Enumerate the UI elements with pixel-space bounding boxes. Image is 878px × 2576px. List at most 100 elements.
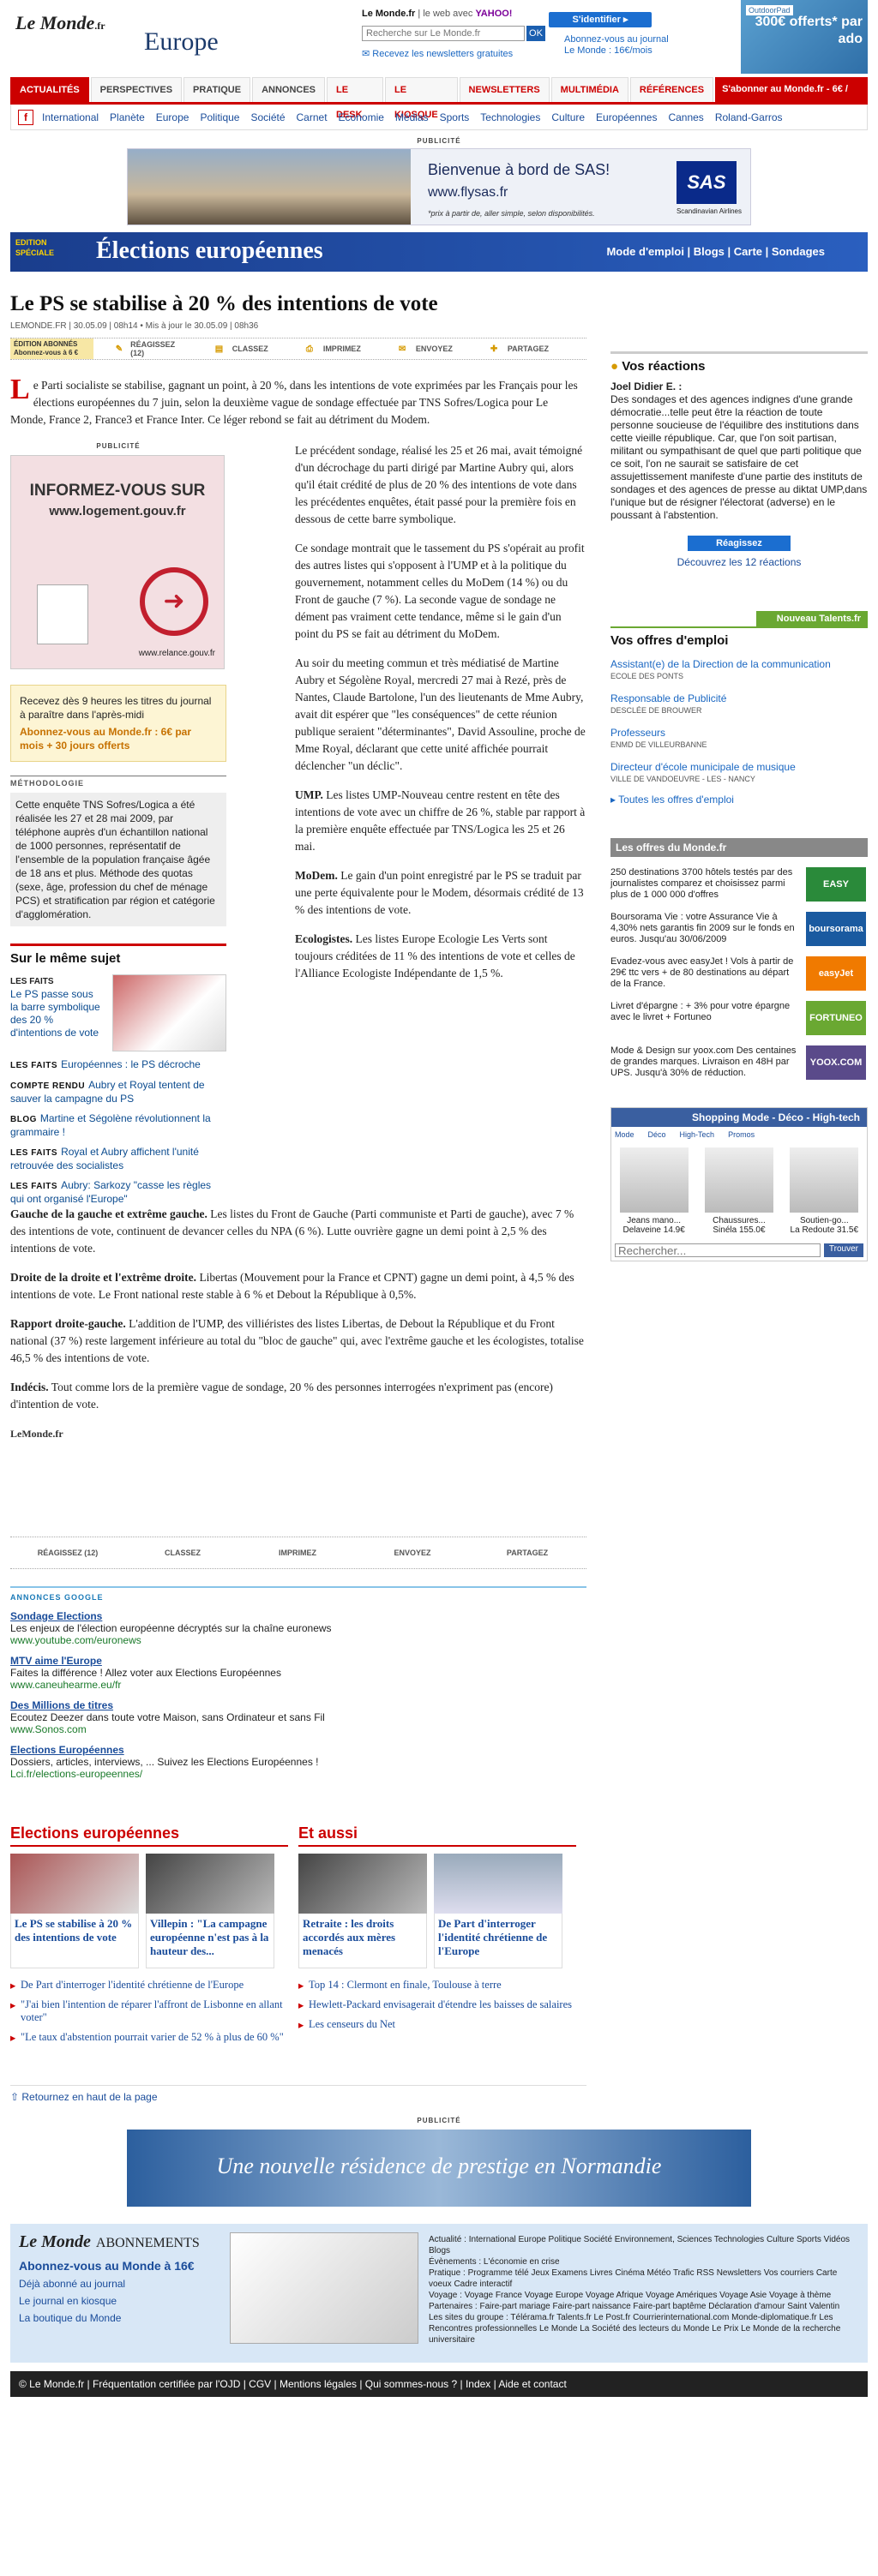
footer-link[interactable]: Le journal en kiosque xyxy=(19,2295,200,2307)
rss-icon[interactable]: f xyxy=(18,110,33,125)
related-lead-link[interactable]: Le PS passe sous la barre symbolique des… xyxy=(10,988,100,1039)
job-item[interactable]: Responsable de Publicité DESCLÉE DE BROUW… xyxy=(610,692,868,716)
subnav-international[interactable]: International xyxy=(42,111,99,123)
subnav-cannes[interactable]: Cannes xyxy=(668,111,703,123)
subscribe-nav-button[interactable]: S'abonner au Monde.fr - 6€ / mois xyxy=(715,77,868,119)
list-item[interactable]: "Le taux d'abstention pourrait varier de… xyxy=(10,2031,288,2045)
subscription-box[interactable]: Recevez dès 9 heures les titres du journ… xyxy=(10,685,226,762)
tab-actualites[interactable]: ACTUALITÉS xyxy=(10,77,89,102)
sas-banner-ad[interactable]: Bienvenue à bord de SAS! www.flysas.fr *… xyxy=(127,148,751,225)
product-card[interactable]: Soutien-go... La Redoute 31.5€ xyxy=(790,1147,859,1235)
story-card[interactable]: De Part d'interroger l'identité chrétien… xyxy=(434,1854,562,1968)
shop-search-input[interactable] xyxy=(615,1243,821,1257)
print-action[interactable]: IMPRIMEZ xyxy=(240,1549,355,1557)
classify-action[interactable]: ▤ CLASSEZ xyxy=(215,344,268,354)
related-thumbnail[interactable] xyxy=(112,974,226,1051)
all-reactions-link[interactable]: Découvrez les 12 réactions xyxy=(610,556,868,568)
list-item[interactable]: Hewlett-Packard envisagerait d'étendre l… xyxy=(298,1998,576,2012)
footer-link[interactable]: Déjà abonné au journal xyxy=(19,2278,200,2290)
google-ad[interactable]: Sondage Elections Les enjeux de l'électio… xyxy=(10,1610,586,1646)
list-item[interactable]: LES FAITS Européennes : le PS décroche xyxy=(10,1058,226,1072)
search-button[interactable]: OK xyxy=(526,26,545,41)
product-card[interactable]: Jeans mano... Delaveine 14.9€ xyxy=(619,1147,689,1235)
offer-item[interactable]: 250 destinations 3700 hôtels testés par … xyxy=(610,867,868,924)
shop-tab[interactable]: Promos xyxy=(728,1130,755,1139)
subnav-medias[interactable]: Médias xyxy=(395,111,429,123)
job-item[interactable]: Assistant(e) de la Direction de la commu… xyxy=(610,658,868,682)
react-action[interactable]: ✎ RÉAGISSEZ (12) xyxy=(116,340,177,357)
story-card[interactable]: Villepin : "La campagne européenne n'est… xyxy=(146,1854,274,1968)
subnav-roland-garros[interactable]: Roland-Garros xyxy=(715,111,783,123)
talents-badge[interactable]: Nouveau Talents.fr xyxy=(756,611,868,626)
subnav-politique[interactable]: Politique xyxy=(200,111,239,123)
abonne-badge[interactable]: ÉDITION ABONNÉS Abonnez-vous à 6 € xyxy=(10,338,93,359)
story-card[interactable]: Retraite : les droits accordés aux mères… xyxy=(298,1854,427,1968)
google-ad[interactable]: MTV aime l'Europe Faites la différence ! … xyxy=(10,1655,586,1691)
tab-pratique[interactable]: PRATIQUE xyxy=(183,77,251,102)
subnav-sports[interactable]: Sports xyxy=(440,111,470,123)
list-item[interactable]: "J'ai bien l'intention de réparer l'affr… xyxy=(10,1998,288,2024)
all-jobs-link[interactable]: ▸ Toutes les offres d'emploi xyxy=(610,794,868,806)
subnav-europeennes[interactable]: Européennes xyxy=(596,111,657,123)
list-item[interactable]: De Part d'interroger l'identité chrétien… xyxy=(10,1979,288,1992)
subnav-economie[interactable]: Economie xyxy=(339,111,384,123)
footer-subscribe-link[interactable]: Abonnez-vous au Monde à 16€ xyxy=(19,2259,200,2273)
list-item[interactable]: Les censeurs du Net xyxy=(298,2018,576,2032)
list-item[interactable]: COMPTE RENDU Aubry et Royal tentent de sa… xyxy=(10,1079,226,1105)
share-action[interactable]: PARTAGEZ xyxy=(470,1549,585,1557)
share-action[interactable]: ✚ PARTAGEZ xyxy=(490,344,549,354)
classify-action[interactable]: CLASSEZ xyxy=(125,1549,240,1557)
top-ad[interactable]: OutdoorPad 300€ offerts* par ado xyxy=(741,0,868,74)
job-item[interactable]: Directeur d'école municipale de musique V… xyxy=(610,761,868,785)
newsletter-link[interactable]: ✉ Recevez les newsletters gratuites xyxy=(362,48,513,59)
subnav-europe[interactable]: Europe xyxy=(156,111,189,123)
google-ad[interactable]: Elections Européennes Dossiers, articles,… xyxy=(10,1744,586,1780)
list-item[interactable]: BLOG Martine et Ségolène révolutionnent l… xyxy=(10,1112,226,1139)
list-item[interactable]: LES FAITS Aubry: Sarkozy "casse les règle… xyxy=(10,1179,226,1206)
list-item[interactable]: Top 14 : Clermont en finale, Toulouse à … xyxy=(298,1979,576,1992)
tab-multimedia[interactable]: MULTIMÉDIA xyxy=(550,77,628,102)
shop-tab[interactable]: High-Tech xyxy=(680,1130,715,1139)
product-card[interactable]: Chaussures... Sinéla 155.0€ xyxy=(704,1147,773,1235)
send-action[interactable]: ✉ ENVOYEZ xyxy=(399,344,453,354)
search-input[interactable] xyxy=(362,26,525,41)
react-action[interactable]: RÉAGISSEZ (12) xyxy=(10,1549,125,1557)
magazine-covers[interactable] xyxy=(230,2232,418,2344)
offer-item[interactable]: Evadez-vous avec easyJet ! Vols à partir… xyxy=(610,956,868,991)
ad-image xyxy=(128,149,411,225)
offer-item[interactable]: Boursorama Vie : votre Assurance Vie à 4… xyxy=(610,912,868,946)
subnav-technologies[interactable]: Technologies xyxy=(480,111,540,123)
tab-le-desk[interactable]: LE DESK xyxy=(327,77,383,120)
lemonde-logo[interactable]: Le Monde.fr xyxy=(15,12,105,34)
elections-banner[interactable]: EDITION SPÉCIALE Élections européennes M… xyxy=(10,232,868,272)
story-card[interactable]: Le PS se stabilise à 20 % des intentions… xyxy=(10,1854,139,1968)
print-action[interactable]: ⎙ IMPRIMEZ xyxy=(306,344,361,354)
offer-item[interactable]: Livret d'épargne : + 3% pour votre éparg… xyxy=(610,1001,868,1035)
job-item[interactable]: Professeurs ENMD DE VILLEURBANNE xyxy=(610,727,868,751)
subnav-culture[interactable]: Culture xyxy=(551,111,585,123)
subnav-societe[interactable]: Société xyxy=(250,111,285,123)
send-action[interactable]: ENVOYEZ xyxy=(355,1549,470,1557)
offer-item[interactable]: Mode & Design sur yoox.com Des centaines… xyxy=(610,1045,868,1080)
shop-tab[interactable]: Déco xyxy=(648,1130,666,1139)
google-ad[interactable]: Des Millions de titres Ecoutez Deezer dan… xyxy=(10,1699,586,1735)
shop-search-button[interactable]: Trouver xyxy=(823,1243,863,1257)
react-button[interactable]: Réagissez xyxy=(688,536,791,551)
back-to-top-link[interactable]: ⇧ Retournez en haut de la page xyxy=(10,2085,586,2103)
normandie-banner-ad[interactable]: Une nouvelle résidence de prestige en No… xyxy=(127,2130,751,2207)
elections-links[interactable]: Mode d'emploi | Blogs | Carte | Sondages xyxy=(606,245,825,258)
subscribe-link[interactable]: Abonnez-vous au journal Le Monde : 16€/m… xyxy=(564,34,679,57)
subnav-carnet[interactable]: Carnet xyxy=(297,111,328,123)
list-item[interactable]: LES FAITS Royal et Aubry affichent l'unit… xyxy=(10,1146,226,1172)
subnav-planete[interactable]: Planète xyxy=(110,111,145,123)
tab-le-kiosque[interactable]: LE KIOSQUE xyxy=(384,77,458,120)
logement-ad[interactable]: INFORMEZ-VOUS SUR www.logement.gouv.fr ➜… xyxy=(10,455,225,669)
tab-newsletters[interactable]: NEWSLETTERS xyxy=(459,77,550,102)
identify-button[interactable]: S'identifier ▸ xyxy=(549,12,652,27)
tab-annonces[interactable]: ANNONCES xyxy=(252,77,326,102)
shop-tab[interactable]: Mode xyxy=(615,1130,634,1139)
footer-link[interactable]: La boutique du Monde xyxy=(19,2312,200,2324)
copyright-bar[interactable]: © Le Monde.fr | Fréquentation certifiée … xyxy=(10,2371,868,2397)
tab-references[interactable]: RÉFÉRENCES xyxy=(629,77,714,102)
tab-perspectives[interactable]: PERSPECTIVES xyxy=(90,77,183,102)
